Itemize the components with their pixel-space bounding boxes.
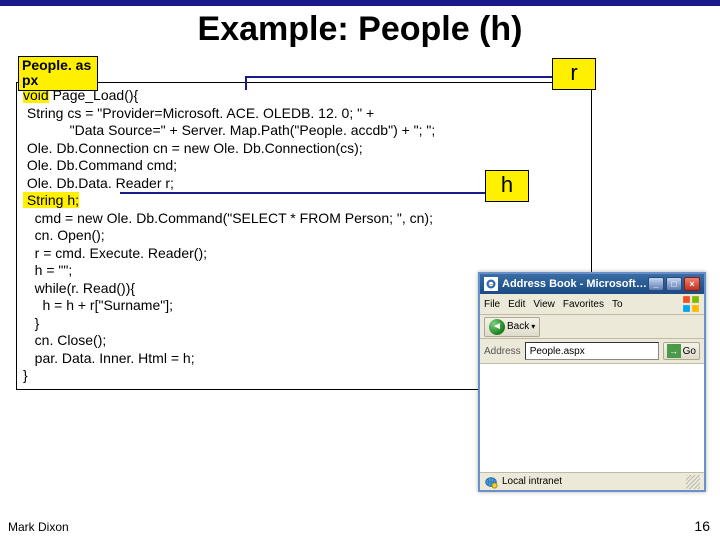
status-zone-text: Local intranet [502,476,562,487]
slide-title: Example: People (h) [0,10,720,49]
filename-callout: People. as px [18,56,98,91]
menu-file[interactable]: File [484,299,500,310]
back-label: Back [507,321,529,332]
code-line: cmd = new Ole. Db.Command("SELECT * FROM… [23,210,585,228]
callout-h: h [485,170,529,202]
code-line: String cs = "Provider=Microsoft. ACE. OL… [23,105,585,123]
browser-toolbar: ◄ Back ▾ [480,315,704,339]
close-button[interactable]: × [684,277,700,291]
menu-edit[interactable]: Edit [508,299,525,310]
browser-titlebar[interactable]: Address Book - Microsoft I… _ □ × [480,274,704,294]
address-input[interactable]: People.aspx [525,342,659,360]
page-number: 16 [694,518,710,534]
footer-author: Mark Dixon [8,520,69,534]
browser-title-text: Address Book - Microsoft I… [502,278,648,290]
zone-icon [484,475,498,489]
code-line: Ole. Db.Connection cn = new Ole. Db.Conn… [23,140,585,158]
menu-view[interactable]: View [533,299,555,310]
code-line: r = cmd. Execute. Reader(); [23,245,585,263]
connector-r [245,76,552,78]
chevron-down-icon: ▾ [531,322,535,331]
browser-menubar: File Edit View Favorites To [480,294,704,315]
callout-r: r [552,58,596,90]
menu-tools[interactable]: To [612,299,623,310]
back-button[interactable]: ◄ Back ▾ [484,317,540,337]
windows-logo-icon [682,296,700,312]
browser-statusbar: Local intranet [480,472,704,490]
connector-r-drop [245,76,247,90]
browser-address-bar: Address People.aspx → Go [480,339,704,364]
declaration-hl: String h; [23,192,79,208]
code-line: void Page_Load(){ [23,87,585,105]
go-button[interactable]: → Go [663,342,700,360]
address-label: Address [484,346,521,357]
ie-icon [484,277,498,291]
browser-window: Address Book - Microsoft I… _ □ × File E… [478,272,706,492]
code-line: "Data Source=" + Server. Map.Path("Peopl… [23,122,585,140]
connector-h [120,192,485,194]
slide-top-rule [0,0,720,6]
back-arrow-icon: ◄ [489,319,505,335]
go-arrow-icon: → [667,344,681,358]
resize-grip-icon[interactable] [686,475,700,489]
menu-favorites[interactable]: Favorites [563,299,604,310]
code-line: cn. Open(); [23,227,585,245]
minimize-button[interactable]: _ [648,277,664,291]
browser-viewport [480,364,704,472]
go-label: Go [683,346,696,357]
maximize-button[interactable]: □ [666,277,682,291]
